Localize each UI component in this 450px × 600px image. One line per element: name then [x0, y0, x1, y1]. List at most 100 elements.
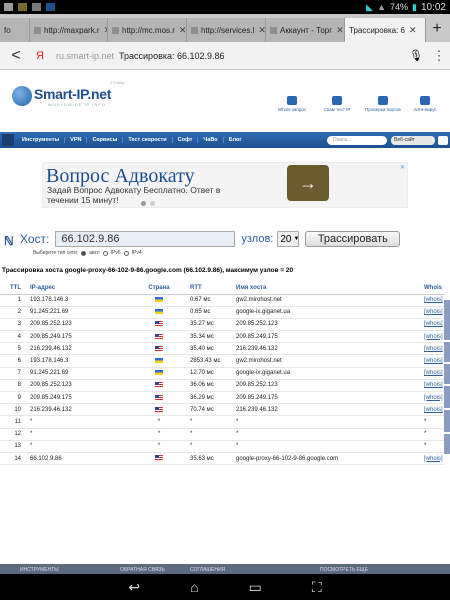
usa-flag-icon: [155, 345, 163, 351]
cell-whois: [whois]: [424, 342, 444, 356]
back-arrow-icon[interactable]: <: [0, 47, 32, 65]
cell-hostname: google-proxy-66-102-9-86.google.com: [232, 452, 424, 466]
browser-tab[interactable]: http://services.l ✕: [187, 18, 266, 42]
trace-button[interactable]: Трассировать: [305, 231, 401, 247]
whois-link[interactable]: [whois]: [424, 407, 443, 413]
host-input[interactable]: 66.102.9.86: [55, 231, 236, 247]
header-link-antivirus[interactable]: Анти-вирус: [405, 96, 445, 112]
notification-icon: [32, 3, 41, 11]
favicon-icon: [112, 26, 119, 34]
cell-country-placeholder: *: [157, 431, 161, 438]
scrollbar-thumb[interactable]: [444, 386, 450, 408]
scrollbar-thumb[interactable]: [444, 300, 450, 340]
tab-label: http://mc.mos.r: [122, 25, 175, 35]
carousel-dot[interactable]: [150, 201, 155, 206]
cell-ip: 209.85.252.123: [30, 379, 134, 393]
whois-link[interactable]: [whois]: [424, 346, 443, 352]
yandex-icon[interactable]: Я: [32, 50, 48, 62]
close-tab-icon[interactable]: ✕: [179, 25, 186, 36]
nav-item[interactable]: Блог: [224, 137, 247, 143]
whois-link[interactable]: [whois]: [424, 334, 443, 340]
nav-item[interactable]: Инструменты: [17, 137, 66, 143]
radio-auto[interactable]: [81, 250, 87, 256]
close-tab-icon[interactable]: ✕: [409, 25, 417, 36]
ad-banner[interactable]: Вопрос Адвокату Задай Вопрос Адвокату Бе…: [42, 162, 408, 208]
signal-icon: ▲: [377, 2, 386, 12]
cell-country: *: [134, 415, 184, 429]
nav-item[interactable]: Софт: [173, 137, 199, 143]
ad-close-icon[interactable]: ✕: [400, 164, 405, 171]
ukraine-flag-icon: [155, 309, 163, 315]
cell-hostname: 209.85.252.123: [232, 318, 424, 332]
carousel-dot[interactable]: [141, 201, 146, 206]
footer-link[interactable]: ОБРАТНАЯ СВЯЗЬ: [120, 567, 165, 573]
cell-whois: [whois]: [424, 403, 444, 417]
radio-ipv6[interactable]: [102, 250, 108, 256]
nav-item[interactable]: Сервисы: [87, 137, 124, 143]
nav-item[interactable]: VPN: [65, 137, 88, 143]
url-page-title[interactable]: Трассировка: 66.102.9.86: [119, 51, 225, 61]
net-type-label: Выберите тип сети:: [33, 250, 79, 256]
header-link-whois[interactable]: Whois-запрос: [272, 96, 312, 112]
whois-link[interactable]: [whois]: [424, 321, 443, 327]
url-host[interactable]: ru.smart-ip.net: [56, 51, 114, 61]
footer-link[interactable]: СОГЛАШЕНИЯ: [190, 567, 225, 573]
whois-link[interactable]: [whois]: [424, 358, 443, 364]
new-tab-button[interactable]: +: [426, 20, 448, 42]
search-scope-select[interactable]: Веб-сайт: [391, 135, 435, 145]
close-tab-icon[interactable]: ✕: [258, 25, 265, 36]
whois-link[interactable]: [whois]: [424, 456, 443, 462]
trace-table-body: 1 193.178.146.3 0.67 мс gw2.mirohost.net [wh…: [0, 294, 444, 466]
site-logo[interactable]: Smart-IP.net: [34, 86, 111, 102]
hops-select[interactable]: 20 ▼: [277, 231, 299, 247]
scrollbar-thumb[interactable]: [444, 410, 450, 432]
overflow-menu-icon[interactable]: ⋮: [428, 48, 450, 64]
cell-ip: 209.85.252.123: [30, 318, 134, 332]
home-icon[interactable]: ⌂: [190, 579, 198, 595]
scrollbar-thumb[interactable]: [444, 364, 450, 384]
browser-tab-active[interactable]: Трассировка: 6 ✕: [345, 18, 426, 42]
radio-ipv4[interactable]: [123, 250, 129, 256]
table-row: 11 * * * * *: [0, 415, 444, 429]
nav-item[interactable]: Тест скорости: [123, 137, 173, 143]
nav-item[interactable]: ЧаВо: [198, 137, 224, 143]
usa-flag-icon: [155, 406, 163, 412]
search-go-button[interactable]: [438, 135, 448, 145]
header-link-ports[interactable]: Проверка портов: [363, 96, 403, 112]
cell-rtt: 12.70 мс: [184, 367, 232, 380]
home-icon[interactable]: [2, 134, 14, 146]
whois-link[interactable]: [whois]: [424, 382, 443, 388]
col-header-ttl: TTL: [0, 283, 30, 295]
cell-hostname: 209.85.252.123: [232, 379, 424, 393]
table-row: 7 91.245.221.69 12.70 мс google-ix.giganet.…: [0, 367, 444, 380]
site-search-input[interactable]: Поиск...: [327, 135, 387, 145]
close-tab-icon[interactable]: ✕: [336, 25, 344, 36]
ad-arrow-button[interactable]: →: [287, 165, 329, 201]
header-link-label: Whois-запрос: [277, 107, 307, 112]
browser-tab[interactable]: http://maxpark.r✕: [30, 18, 108, 42]
cell-whois: [whois]: [424, 318, 444, 332]
back-icon[interactable]: ↩: [128, 579, 140, 596]
scrollbar-thumb[interactable]: [444, 342, 450, 362]
footer-link[interactable]: ПОСМОТРЕТЬ ЕЩЕ: [320, 567, 368, 573]
whois-link[interactable]: [whois]: [424, 309, 443, 315]
scrollbar-thumb[interactable]: [444, 434, 450, 454]
col-header-whois: Whois: [424, 283, 444, 295]
browser-tab[interactable]: fo: [0, 18, 30, 42]
whois-link[interactable]: [whois]: [424, 370, 443, 376]
screenshot-icon[interactable]: ⛶: [312, 579, 322, 596]
footer-link[interactable]: ИНСТРУМЕНТЫ: [20, 567, 59, 573]
whois-link[interactable]: [whois]: [424, 297, 443, 303]
header-link-spam-test[interactable]: Спам тест IP: [317, 96, 357, 112]
recent-apps-icon[interactable]: ▭: [249, 579, 262, 596]
whois-link[interactable]: [whois]: [424, 395, 443, 401]
cell-hostname: 216.239.46.132: [232, 403, 424, 417]
browser-tab[interactable]: http://mc.mos.r ✕: [108, 18, 187, 42]
cell-ip: 209.85.249.175: [30, 330, 134, 344]
cell-rtt: 0.65 мс: [184, 306, 232, 319]
usa-flag-icon: [155, 382, 163, 388]
microphone-icon[interactable]: 🎙: [404, 49, 428, 62]
browser-tab[interactable]: Аккаунт - Торг ✕: [266, 18, 345, 42]
cell-rtt: 35.63 мс: [184, 452, 232, 466]
cell-whois: *: [424, 428, 444, 441]
